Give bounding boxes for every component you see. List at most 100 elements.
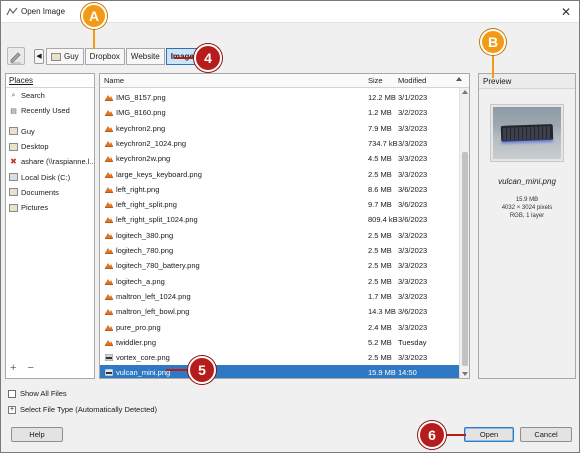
file-modified: 3/6/2023 [398, 184, 428, 194]
file-size: 7.9 MB [368, 123, 392, 133]
recent-icon: ▤ [10, 107, 17, 115]
file-row[interactable]: maltron_left_bowl.png 14.3 MB 3/6/2023 [100, 304, 459, 319]
preview-mode: RGB, 1 layer [509, 213, 545, 219]
add-bookmark-icon[interactable]: + [10, 362, 16, 374]
file-row[interactable]: large_keys_keyboard.png 2.5 MB 3/3/2023 [100, 167, 459, 182]
column-name[interactable]: Name [104, 76, 124, 85]
image-file-icon [105, 186, 113, 193]
file-name: logitech_780.png [116, 246, 174, 255]
callout-4-pointer [174, 57, 196, 59]
drive-icon [9, 173, 18, 182]
file-row[interactable]: logitech_a.png 2.5 MB 3/3/2023 [100, 274, 459, 289]
file-modified: 3/3/2023 [398, 123, 428, 133]
file-row[interactable]: IMG_8160.png 1.2 MB 3/2/2023 [100, 105, 459, 120]
column-modified[interactable]: Modified [398, 76, 426, 85]
file-size: 2.4 MB [368, 322, 392, 332]
image-file-icon [105, 110, 113, 117]
checkbox-box[interactable] [8, 389, 16, 398]
places-panel: Places ⌕ Search ▤ Recently Used Guy Desk… [5, 73, 95, 379]
callout-b-pointer [492, 54, 494, 78]
file-size: 14.3 MB [368, 307, 396, 317]
scroll-down-icon[interactable] [462, 372, 468, 376]
file-size: 2.5 MB [368, 276, 392, 286]
places-item-guy[interactable]: Guy [6, 124, 94, 139]
places-item-ashare[interactable]: ✖ ashare (\\raspianne.l... [6, 154, 94, 169]
breadcrumb-website[interactable]: Website [125, 48, 165, 65]
file-row[interactable]: left_right_split_1024.png 809.4 kB 3/6/202… [100, 212, 459, 227]
file-modified: 3/3/2023 [398, 261, 428, 271]
select-file-type-expander[interactable]: + Select File Type (Automatically Detect… [8, 405, 157, 414]
network-drive-icon: ✖ [10, 157, 17, 167]
file-modified: 3/3/2023 [398, 246, 428, 255]
type-location-button[interactable] [7, 47, 25, 65]
image-thumb-icon [105, 354, 113, 362]
file-row[interactable]: logitech_380.png 2.5 MB 3/3/2023 [100, 228, 459, 243]
scroll-up-icon[interactable] [462, 90, 468, 94]
file-row[interactable]: left_right.png 8.6 MB 3/6/2023 [100, 182, 459, 197]
gimp-app-icon [6, 7, 18, 16]
cancel-button[interactable]: Cancel [520, 427, 572, 442]
help-button[interactable]: Help [11, 427, 63, 442]
image-file-icon [105, 171, 113, 178]
places-item-documents[interactable]: Documents [6, 185, 94, 200]
image-file-icon [105, 125, 113, 132]
breadcrumb-back-icon[interactable]: ◀ [34, 49, 44, 64]
file-modified: 3/2/2023 [398, 108, 428, 118]
file-row[interactable]: vulcan_mini.png 15.9 MB 14:50 [100, 365, 459, 378]
scrollbar-thumb[interactable] [462, 152, 468, 366]
places-item-recently-used[interactable]: ▤ Recently Used [6, 103, 94, 118]
file-modified: 3/3/2023 [398, 138, 428, 148]
file-row[interactable]: vortex_core.png 2.5 MB 3/3/2023 [100, 350, 459, 365]
breadcrumb-label: Website [130, 52, 160, 61]
file-row[interactable]: keychron2.png 7.9 MB 3/3/2023 [100, 121, 459, 136]
file-name: large_keys_keyboard.png [116, 169, 202, 179]
file-row[interactable]: logitech_780.png 2.5 MB 3/3/2023 [100, 243, 459, 258]
folder-icon [9, 203, 18, 212]
breadcrumb-guy[interactable]: Guy [46, 48, 84, 65]
preview-size: 15.9 MB [515, 197, 539, 203]
places-header: Places [6, 74, 94, 88]
places-item-local-disk[interactable]: Local Disk (C:) [6, 169, 94, 184]
image-file-icon [105, 278, 113, 285]
file-name: logitech_780_battery.png [116, 261, 200, 271]
file-name: keychron2w.png [116, 154, 171, 164]
file-name: keychron2_1024.png [116, 138, 187, 148]
file-row[interactable]: logitech_780_battery.png 2.5 MB 3/3/2023 [100, 258, 459, 273]
file-list-scrollbar[interactable] [459, 88, 469, 378]
preview-dimensions: 4032 × 3024 pixels [501, 205, 553, 211]
file-row[interactable]: maltron_left_1024.png 1.7 MB 3/3/2023 [100, 289, 459, 304]
file-name: twiddler.png [116, 337, 157, 347]
remove-bookmark-icon[interactable]: − [28, 362, 34, 374]
show-all-files-checkbox[interactable]: Show All Files [8, 389, 67, 398]
image-file-icon [105, 217, 113, 224]
places-item-pictures[interactable]: Pictures [6, 200, 94, 215]
breadcrumb-dropbox[interactable]: Dropbox [84, 48, 125, 65]
image-file-icon [105, 140, 113, 147]
callout-5-pointer [166, 369, 190, 371]
file-size: 5.2 MB [368, 337, 392, 347]
file-row[interactable]: IMG_8157.png 12.2 MB 3/1/2023 [100, 90, 459, 105]
file-modified: 3/3/2023 [398, 322, 428, 332]
file-size: 2.5 MB [368, 169, 392, 179]
places-item-search[interactable]: ⌕ Search [6, 88, 94, 103]
column-size[interactable]: Size [368, 76, 383, 85]
breadcrumb-label: Guy [64, 52, 79, 61]
file-name: vulcan_mini.png [116, 368, 171, 378]
file-row[interactable]: keychron2_1024.png 734.7 kB 3/3/2023 [100, 136, 459, 151]
file-name: IMG_8160.png [116, 108, 166, 118]
close-icon[interactable]: ✕ [559, 5, 573, 19]
file-modified: Tuesday [398, 337, 427, 347]
breadcrumb-label: Dropbox [89, 52, 120, 61]
image-file-icon [105, 324, 113, 331]
file-row[interactable]: keychron2w.png 4.5 MB 3/3/2023 [100, 151, 459, 166]
file-name: logitech_380.png [116, 230, 174, 240]
expand-icon[interactable]: + [8, 405, 16, 414]
file-size: 2.5 MB [368, 246, 392, 255]
file-row[interactable]: pure_pro.png 2.4 MB 3/3/2023 [100, 320, 459, 335]
preview-filename: vulcan_mini.png [498, 177, 556, 186]
open-button[interactable]: Open [464, 427, 514, 442]
preview-thumbnail[interactable] [490, 104, 564, 162]
file-row[interactable]: left_right_split.png 9.7 MB 3/6/2023 [100, 197, 459, 212]
places-item-desktop[interactable]: Desktop [6, 139, 94, 154]
file-row[interactable]: twiddler.png 5.2 MB Tuesday [100, 335, 459, 350]
